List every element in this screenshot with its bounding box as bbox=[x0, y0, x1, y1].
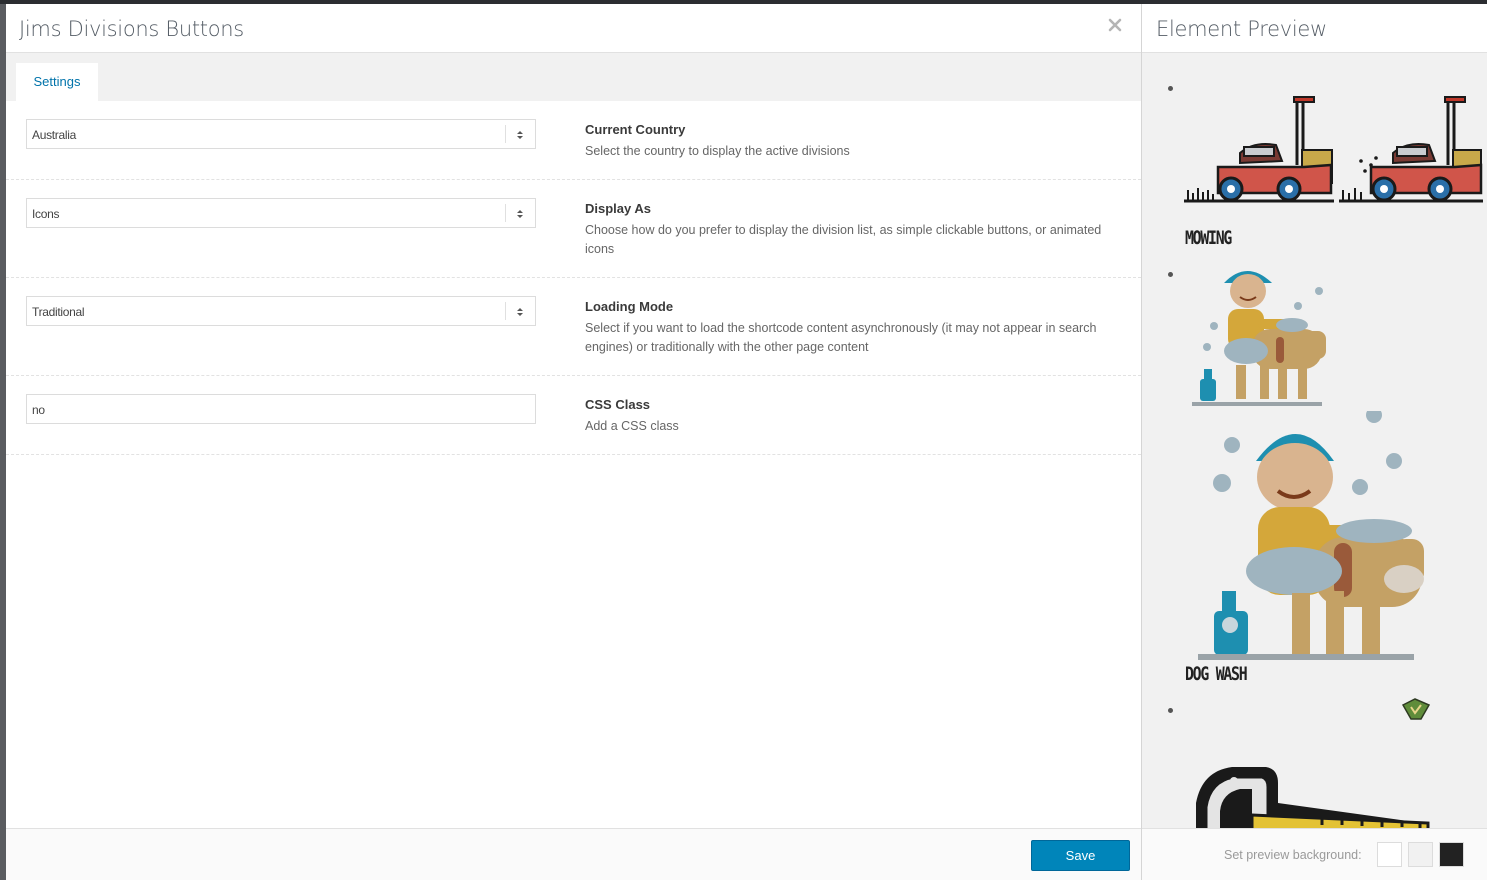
loading-mode-info: Loading Mode Select if you want to load … bbox=[585, 300, 1130, 357]
division-label-dog-wash[interactable]: DOG WASH bbox=[1185, 663, 1248, 685]
tab-settings[interactable]: Settings bbox=[16, 63, 98, 101]
css-class-input[interactable]: no bbox=[26, 394, 536, 424]
select-arrows-icon bbox=[516, 208, 524, 220]
current-country-label: Current Country bbox=[585, 122, 686, 137]
select-divider bbox=[505, 302, 506, 320]
current-country-row: Australia Current Country Select the cou… bbox=[6, 101, 1141, 180]
element-preview-panel: Element Preview MOWING DOG WASH Set prev… bbox=[1141, 4, 1487, 880]
close-icon[interactable] bbox=[1107, 17, 1123, 33]
loading-mode-row: Traditional Loading Mode Select if you w… bbox=[6, 278, 1141, 376]
preview-header: Element Preview bbox=[1142, 4, 1487, 53]
modal-footer: Save bbox=[6, 828, 1141, 880]
display-as-value: Icons bbox=[32, 207, 60, 221]
list-bullet bbox=[1168, 86, 1173, 91]
current-country-value: Australia bbox=[32, 128, 76, 142]
save-button[interactable]: Save bbox=[1031, 840, 1130, 871]
display-as-select[interactable]: Icons bbox=[26, 198, 536, 228]
settings-modal: Jims Divisions Buttons Settings Australi… bbox=[6, 4, 1141, 880]
css-class-description: Add a CSS class bbox=[585, 419, 679, 433]
current-country-select[interactable]: Australia bbox=[26, 119, 536, 149]
current-country-info: Current Country Select the country to di… bbox=[585, 123, 1130, 161]
css-class-label: CSS Class bbox=[585, 397, 651, 412]
division-label-mowing[interactable]: MOWING bbox=[1185, 227, 1232, 249]
background-swatch-black[interactable] bbox=[1439, 842, 1464, 867]
list-bullet bbox=[1168, 708, 1173, 713]
current-country-description: Select the country to display the active… bbox=[585, 144, 850, 158]
css-class-info: CSS Class Add a CSS class bbox=[585, 398, 1130, 436]
css-class-value: no bbox=[32, 403, 45, 417]
select-divider bbox=[505, 204, 506, 222]
preview-background-label: Set preview background: bbox=[1224, 848, 1362, 862]
background-swatch-white[interactable] bbox=[1377, 842, 1402, 867]
background-swatch-light-gray[interactable] bbox=[1408, 842, 1433, 867]
hedge-trimmer-icon[interactable] bbox=[1192, 763, 1432, 828]
loading-mode-select[interactable]: Traditional bbox=[26, 296, 536, 326]
preview-footer: Set preview background: bbox=[1142, 828, 1487, 880]
tabs-bar: Settings bbox=[6, 53, 1141, 101]
preview-body: MOWING DOG WASH bbox=[1142, 53, 1487, 828]
select-arrows-icon bbox=[516, 129, 524, 141]
lawn-mower-icon[interactable] bbox=[1184, 95, 1484, 210]
preview-title: Element Preview bbox=[1156, 17, 1327, 41]
display-as-row: Icons Display As Choose how do you prefe… bbox=[6, 180, 1141, 278]
dog-wash-icon[interactable] bbox=[1194, 407, 1434, 666]
loading-icon bbox=[1401, 697, 1431, 728]
display-as-label: Display As bbox=[585, 201, 651, 216]
loading-mode-value: Traditional bbox=[32, 305, 85, 319]
css-class-row: no CSS Class Add a CSS class bbox=[6, 376, 1141, 455]
loading-mode-description: Select if you want to load the shortcode… bbox=[585, 321, 1097, 354]
modal-header: Jims Divisions Buttons bbox=[6, 4, 1141, 53]
dog-wash-icon[interactable] bbox=[1192, 261, 1327, 414]
modal-title: Jims Divisions Buttons bbox=[19, 17, 244, 41]
loading-mode-label: Loading Mode bbox=[585, 299, 674, 314]
display-as-info: Display As Choose how do you prefer to d… bbox=[585, 202, 1130, 259]
display-as-description: Choose how do you prefer to display the … bbox=[585, 223, 1102, 256]
list-bullet bbox=[1168, 272, 1173, 277]
select-divider bbox=[505, 125, 506, 143]
select-arrows-icon bbox=[516, 306, 524, 318]
settings-form: Australia Current Country Select the cou… bbox=[6, 101, 1141, 455]
